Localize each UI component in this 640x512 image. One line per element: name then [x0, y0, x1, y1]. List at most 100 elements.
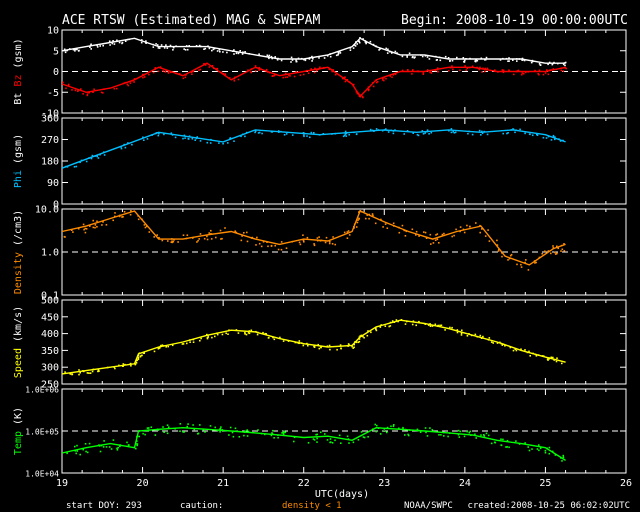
series-phi-point — [188, 135, 191, 137]
series-density-point — [463, 231, 466, 234]
series-density-point — [372, 214, 374, 217]
series-speed-point — [165, 346, 167, 348]
series-bz-point — [316, 69, 318, 72]
series-phi-point — [73, 166, 76, 168]
series-speed-point — [366, 334, 369, 337]
ace-rtsw-plot: ACE RTSW (Estimated) MAG & SWEPAM Begin:… — [0, 0, 640, 512]
series-temp-point — [330, 441, 332, 443]
series-density-point — [355, 226, 358, 228]
series-phi-point — [373, 130, 375, 132]
y-tick-label: 180 — [41, 157, 59, 168]
series-bz-point — [211, 65, 214, 67]
series-phi-point — [271, 131, 274, 133]
series-density-point — [334, 243, 336, 246]
series-speed-point — [106, 366, 109, 369]
series-bz-point — [143, 76, 146, 78]
y-tick-label: 270 — [41, 135, 59, 146]
series-bz-point — [355, 91, 358, 93]
series-phi-point — [90, 157, 93, 160]
series-temp-point — [536, 448, 539, 450]
series-temp-point — [179, 430, 181, 432]
series-temp-point — [383, 428, 386, 430]
series-density-point — [219, 229, 222, 232]
series-temp-point — [79, 453, 81, 456]
series-speed-point — [302, 344, 305, 347]
series-speed-point — [248, 332, 251, 335]
series-bt-point — [358, 40, 361, 42]
series-bz-point — [208, 66, 211, 68]
series-temp-point — [128, 444, 130, 446]
series-temp-point — [179, 423, 182, 425]
plot-title: ACE RTSW (Estimated) MAG & SWEPAM — [62, 13, 320, 28]
series-speed-point — [529, 355, 531, 357]
series-bt-point — [231, 50, 234, 52]
series-bt-point — [502, 57, 504, 60]
series-phi-point — [528, 133, 531, 135]
series-phi-point — [377, 129, 380, 131]
series-density-point — [508, 257, 511, 260]
series-bz-point — [412, 69, 414, 71]
series-bz-point — [466, 67, 469, 69]
series-temp-point — [187, 423, 189, 425]
series-bz-point — [122, 82, 125, 85]
series-bt-point — [462, 57, 465, 59]
series-bt-point — [389, 50, 391, 53]
series-temp-point — [500, 444, 502, 446]
series-bt-point — [241, 53, 244, 55]
series-density-point — [137, 215, 139, 217]
series-phi-point — [146, 138, 149, 140]
series-bz-point — [115, 87, 118, 90]
series-temp-point — [307, 442, 310, 444]
series-phi-point — [562, 139, 564, 142]
series-density-point — [507, 259, 509, 261]
series-density-point — [148, 231, 151, 233]
series-temp-point — [76, 450, 79, 452]
series-bz-point — [560, 67, 563, 69]
series-density-point — [441, 233, 444, 236]
series-bz-point — [471, 65, 474, 68]
series-bz-point — [502, 71, 505, 74]
series-bz-point — [447, 69, 450, 72]
series-bz-point — [484, 70, 486, 73]
series-temp-point — [490, 442, 493, 445]
series-speed-point — [431, 325, 434, 327]
series-bt-point — [63, 48, 66, 51]
series-bt-point — [155, 43, 157, 45]
series-phi-point — [426, 130, 428, 133]
series-bz-point — [381, 79, 384, 81]
created-timestamp: created:2008-10-25 06:02:02UTC — [467, 501, 630, 511]
series-bz-point — [486, 67, 489, 70]
series-speed-point — [273, 338, 276, 341]
series-bz-point — [154, 68, 156, 71]
series-temp-point — [209, 425, 212, 427]
y-tick-label: 10.0 — [35, 205, 59, 216]
series-bz-point — [77, 89, 79, 92]
y-tick-label: 400 — [41, 329, 59, 340]
ylabel-part: Bt — [13, 93, 24, 105]
series-density-point — [243, 232, 245, 234]
series-density-point — [479, 224, 481, 227]
series-speed-point — [294, 341, 297, 344]
series-speed-point — [306, 342, 308, 345]
y-tick-label: 300 — [41, 363, 59, 374]
series-temp-point — [554, 454, 557, 456]
series-bt-point — [353, 44, 356, 46]
series-bz-point — [450, 66, 453, 69]
series-speed-point — [113, 366, 115, 368]
ylabel-part: (K) — [13, 407, 24, 431]
series-temp-point — [199, 424, 201, 426]
series-bt-point — [172, 49, 174, 51]
series-phi-point — [303, 135, 305, 138]
series-phi-point — [353, 131, 355, 134]
series-speed-point — [482, 335, 484, 338]
series-speed-point — [114, 367, 116, 370]
series-phi-point — [403, 133, 405, 135]
series-speed-point — [391, 320, 394, 322]
series-phi-point — [182, 137, 184, 140]
series-phi-point — [531, 134, 534, 137]
series-phi-point — [421, 130, 424, 132]
series-bt-point — [516, 60, 518, 62]
series-phi-point — [554, 138, 556, 141]
y-tick-label: -5 — [47, 88, 59, 99]
series-bt-point — [207, 45, 209, 47]
